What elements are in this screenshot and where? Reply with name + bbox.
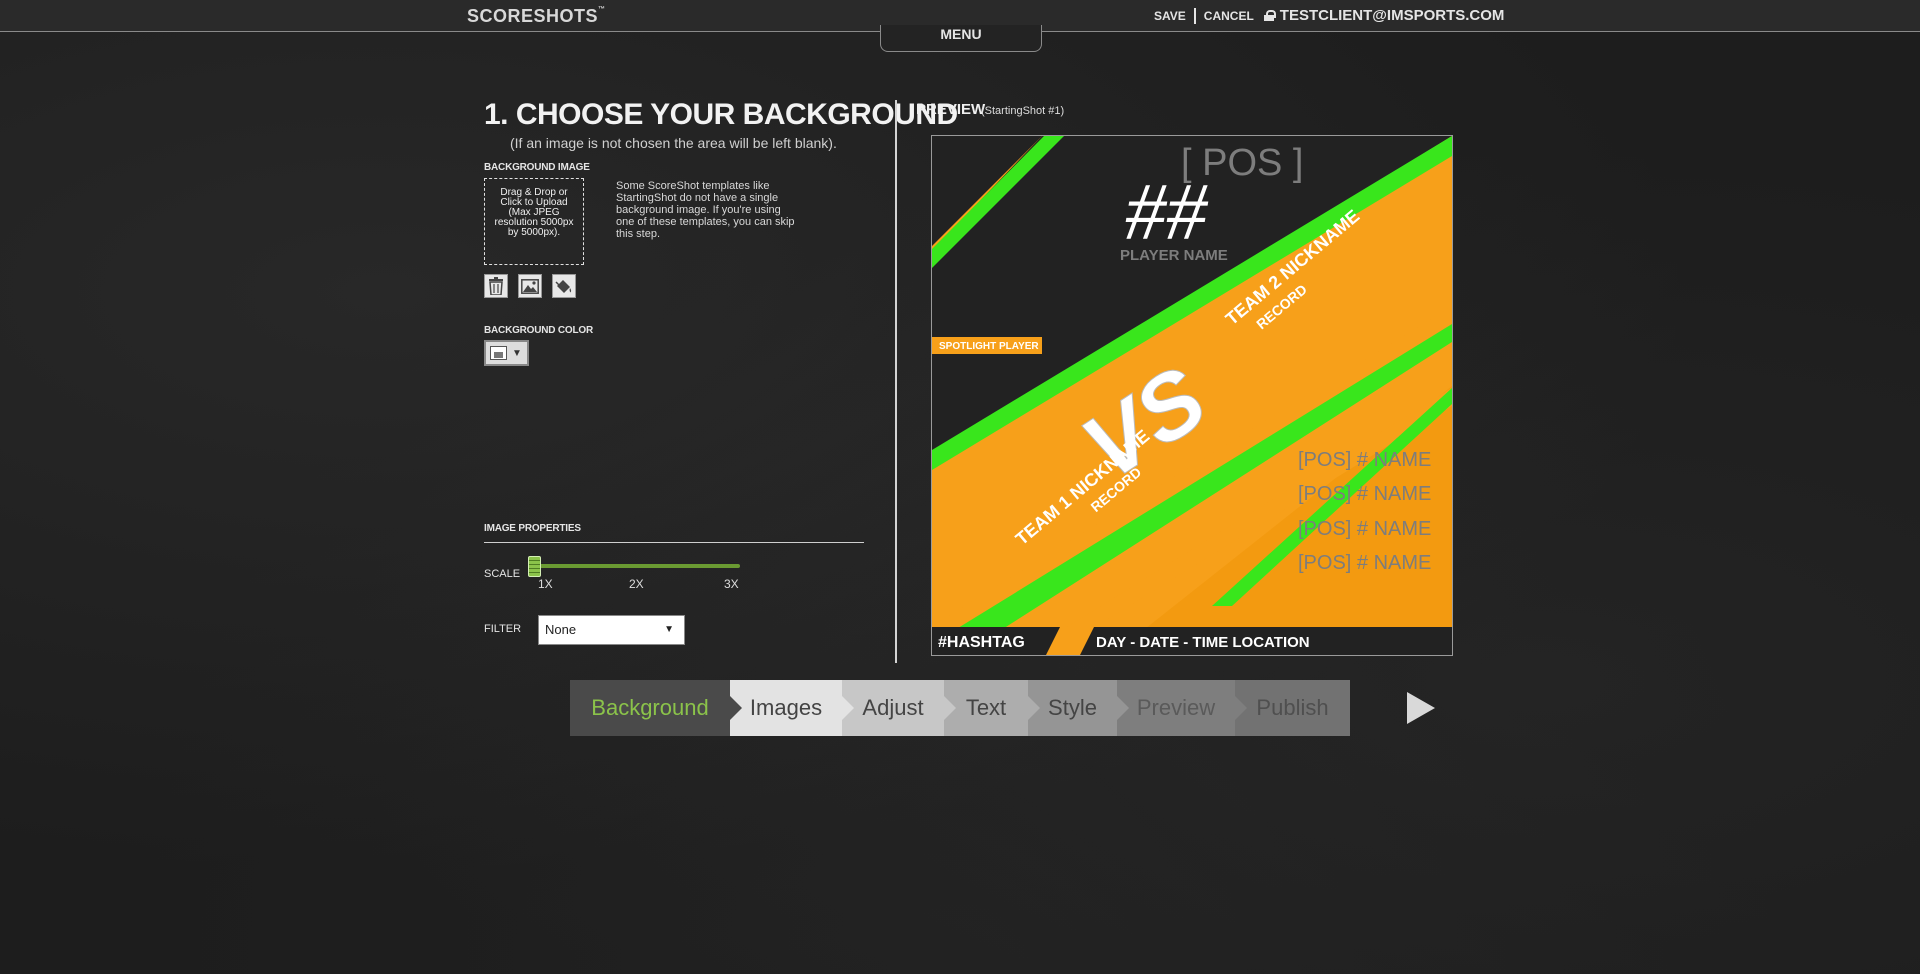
filter-label: FILTER	[484, 623, 522, 635]
scale-tick-1x: 1X	[538, 577, 553, 591]
background-image-label: BACKGROUND IMAGE	[484, 162, 590, 173]
background-color-picker[interactable]: ▼	[484, 340, 529, 366]
scale-tick-3x: 3X	[724, 577, 739, 591]
user-email[interactable]: TESTCLIENT@IMSPORTS.COM	[1280, 7, 1505, 24]
next-step-button[interactable]	[1407, 692, 1435, 724]
roster-line-4: [POS] # NAME	[1298, 552, 1431, 574]
page-subtitle: (If an image is not chosen the area will…	[510, 135, 837, 151]
image-icon	[521, 278, 539, 294]
divider	[484, 542, 864, 543]
filter-select[interactable]: None ▼	[538, 615, 685, 645]
image-properties-label: IMAGE PROPERTIES	[484, 523, 581, 534]
roster-line-2: [POS] # NAME	[1298, 483, 1431, 505]
step-label: Images	[749, 695, 823, 720]
spotlight-text: SPOTLIGHT PLAYER	[939, 341, 1039, 352]
logo-trademark: ™	[598, 6, 606, 13]
preview-canvas[interactable]: [ POS ] ## PLAYER NAME SPOTLIGHT PLAYER …	[931, 135, 1453, 656]
step-label: Text	[965, 695, 1007, 720]
step-style[interactable]: Style	[1028, 680, 1129, 736]
step-label: Background	[591, 695, 709, 720]
delete-button[interactable]	[484, 274, 508, 298]
scale-label: SCALE	[484, 568, 521, 580]
divider	[1193, 7, 1196, 24]
background-color-label: BACKGROUND COLOR	[484, 325, 594, 336]
step-label: Preview	[1136, 695, 1216, 720]
roster-line-3: [POS] # NAME	[1298, 518, 1431, 540]
account-bar: SAVE CANCEL TESTCLIENT@IMSPORTS.COM	[1154, 7, 1504, 24]
panel-divider	[895, 100, 897, 663]
trash-icon	[489, 277, 503, 295]
step-label: Adjust	[862, 695, 924, 720]
preview-graphic: [ POS ] ## PLAYER NAME SPOTLIGHT PLAYER …	[932, 136, 1452, 655]
step-background[interactable]: Background	[570, 680, 742, 736]
chevron-down-icon: ▼	[512, 347, 522, 359]
color-swatch	[490, 346, 507, 360]
step-images[interactable]: Images	[730, 680, 854, 736]
hashtag-text: #HASHTAG	[938, 634, 1025, 651]
logo-text: SCORESHOTS	[467, 6, 599, 26]
help-text: Some ScoreShot templates like StartingSh…	[616, 180, 795, 240]
upload-dropzone[interactable]: Drag & Drop or Click to Upload (Max JPEG…	[484, 178, 584, 265]
step-adjust[interactable]: Adjust	[842, 680, 956, 736]
number-text: ##	[1125, 166, 1209, 257]
page-title: 1. CHOOSE YOUR BACKGROUND	[484, 98, 958, 131]
player-name-text: PLAYER NAME	[1120, 247, 1228, 264]
step-publish[interactable]: Publish	[1235, 680, 1350, 736]
preview-label: PREVIEW	[916, 101, 986, 118]
scale-slider-handle[interactable]	[528, 556, 541, 577]
scale-slider[interactable]	[531, 564, 740, 568]
save-button[interactable]: SAVE	[1154, 9, 1186, 23]
chevron-down-icon: ▼	[664, 624, 674, 635]
step-preview[interactable]: Preview	[1117, 680, 1247, 736]
wizard-steps: Background Images Adjust Text Style Prev…	[570, 680, 1350, 736]
roster-line-1: [POS] # NAME	[1298, 449, 1431, 471]
image-library-button[interactable]	[518, 274, 542, 298]
step-label: Publish	[1256, 695, 1329, 720]
filter-select-value: None	[545, 622, 577, 637]
fill-button[interactable]	[552, 274, 576, 298]
menu-button[interactable]: MENU	[880, 25, 1042, 52]
cancel-button[interactable]: CANCEL	[1204, 9, 1254, 23]
scoreshots-logo[interactable]: SCORESHOTS™	[467, 6, 606, 27]
step-text[interactable]: Text	[944, 680, 1040, 736]
lock-icon	[1263, 10, 1276, 21]
step-label: Style	[1048, 695, 1097, 720]
preview-template-name: (StartingShot #1)	[981, 105, 1065, 117]
event-line-text: DAY - DATE - TIME LOCATION	[1096, 634, 1310, 651]
paint-bucket-icon	[555, 279, 572, 293]
scale-tick-2x: 2X	[629, 577, 644, 591]
